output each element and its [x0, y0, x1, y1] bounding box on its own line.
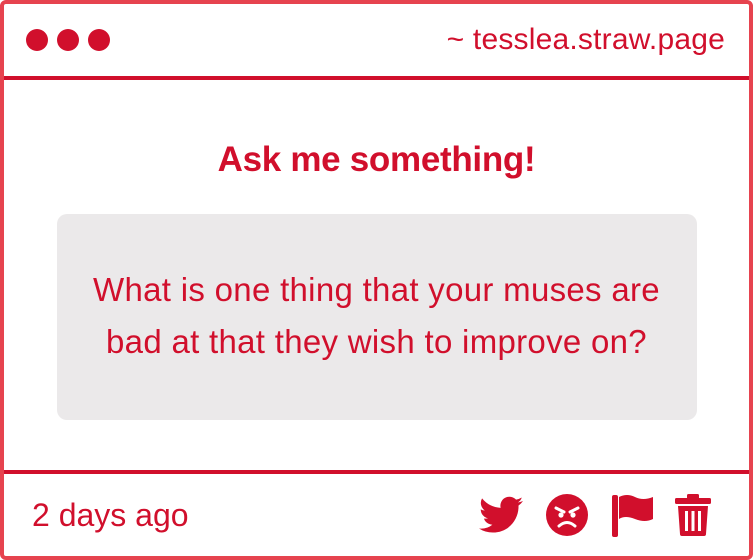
window-dot — [26, 29, 48, 51]
window-dots — [26, 29, 110, 51]
post-footer: 2 days ago — [4, 470, 749, 556]
twitter-icon — [479, 496, 523, 534]
flag-icon — [611, 493, 653, 537]
delete-button[interactable] — [675, 494, 711, 536]
report-flag-button[interactable] — [611, 493, 653, 537]
page-title: Ask me something! — [217, 140, 536, 179]
window-dot — [57, 29, 79, 51]
angry-face-icon — [545, 493, 589, 537]
window-dot — [88, 29, 110, 51]
react-angry-button[interactable] — [545, 493, 589, 537]
ask-window: ~ tesslea.straw.page Ask me something! W… — [0, 0, 753, 560]
timestamp: 2 days ago — [32, 496, 189, 533]
site-address[interactable]: ~ tesslea.straw.page — [447, 23, 725, 57]
share-twitter-button[interactable] — [479, 496, 523, 534]
action-bar — [479, 493, 711, 537]
trash-icon — [675, 494, 711, 536]
question-box: What is one thing that your muses are ba… — [56, 214, 697, 420]
question-text: What is one thing that your muses are ba… — [93, 271, 660, 360]
question-content: Ask me something! What is one thing that… — [4, 80, 749, 470]
title-bar: ~ tesslea.straw.page — [4, 4, 749, 80]
